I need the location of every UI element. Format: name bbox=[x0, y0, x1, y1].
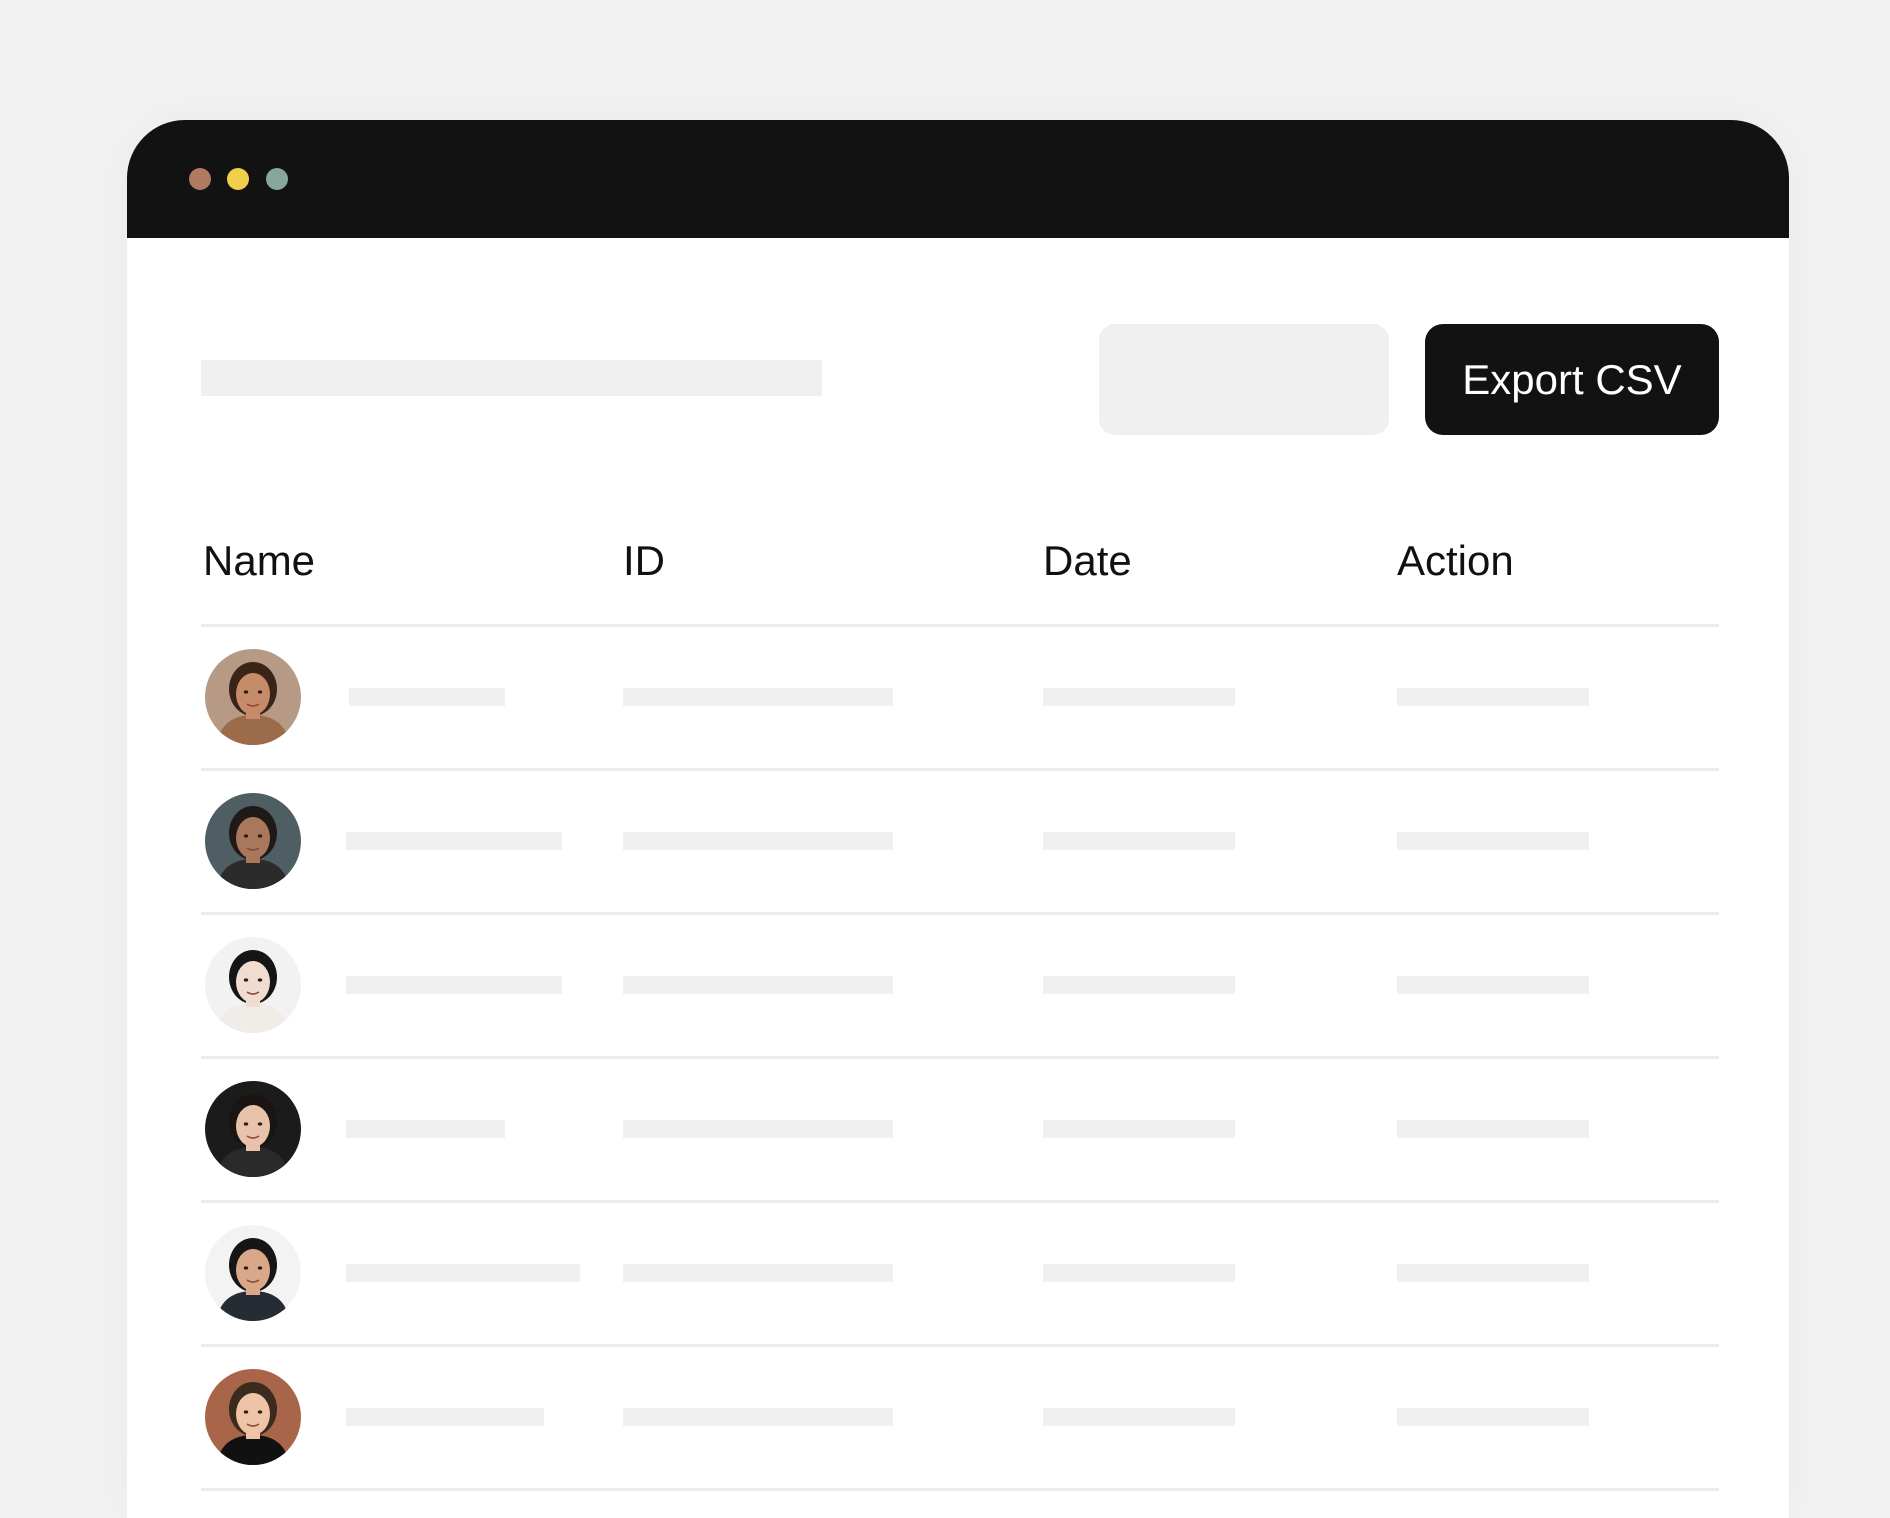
id-cell-placeholder bbox=[623, 1408, 893, 1426]
avatar bbox=[205, 793, 301, 889]
date-cell-placeholder bbox=[1043, 1120, 1235, 1138]
action-cell-placeholder bbox=[1397, 1264, 1589, 1282]
column-header-date[interactable]: Date bbox=[1043, 540, 1132, 582]
table-header: Name ID Date Action bbox=[201, 500, 1719, 627]
name-cell-placeholder bbox=[346, 1264, 580, 1282]
users-table: Name ID Date Action bbox=[201, 500, 1719, 1491]
id-cell-placeholder bbox=[623, 976, 893, 994]
id-cell-placeholder bbox=[623, 832, 893, 850]
date-cell-placeholder bbox=[1043, 832, 1235, 850]
avatar bbox=[205, 937, 301, 1033]
column-header-action[interactable]: Action bbox=[1397, 540, 1514, 582]
date-cell-placeholder bbox=[1043, 1264, 1235, 1282]
id-cell-placeholder bbox=[623, 1264, 893, 1282]
table-row[interactable] bbox=[201, 915, 1719, 1059]
action-cell-placeholder bbox=[1397, 688, 1589, 706]
column-header-name[interactable]: Name bbox=[203, 540, 315, 582]
page-title-placeholder bbox=[201, 360, 822, 396]
date-cell-placeholder bbox=[1043, 1408, 1235, 1426]
avatar bbox=[205, 1369, 301, 1465]
maximize-window-button[interactable] bbox=[266, 168, 288, 190]
close-window-button[interactable] bbox=[189, 168, 211, 190]
name-cell-placeholder bbox=[349, 688, 505, 706]
table-row[interactable] bbox=[201, 1203, 1719, 1347]
action-cell-placeholder bbox=[1397, 832, 1589, 850]
table-row[interactable] bbox=[201, 1347, 1719, 1491]
date-cell-placeholder bbox=[1043, 976, 1235, 994]
window-titlebar bbox=[127, 120, 1789, 238]
name-cell-placeholder bbox=[346, 832, 562, 850]
page-background: Export CSV Name ID Date Action bbox=[0, 0, 1890, 1518]
action-cell-placeholder bbox=[1397, 1408, 1589, 1426]
name-cell-placeholder bbox=[346, 1408, 544, 1426]
name-cell-placeholder bbox=[346, 976, 562, 994]
avatar bbox=[205, 1225, 301, 1321]
action-cell-placeholder bbox=[1397, 1120, 1589, 1138]
table-row[interactable] bbox=[201, 627, 1719, 771]
filter-input-placeholder[interactable] bbox=[1099, 324, 1389, 435]
avatar bbox=[205, 649, 301, 745]
column-header-id[interactable]: ID bbox=[623, 540, 665, 582]
date-cell-placeholder bbox=[1043, 688, 1235, 706]
table-row[interactable] bbox=[201, 1059, 1719, 1203]
avatar bbox=[205, 1081, 301, 1177]
export-csv-button[interactable]: Export CSV bbox=[1425, 324, 1719, 435]
action-cell-placeholder bbox=[1397, 976, 1589, 994]
minimize-window-button[interactable] bbox=[227, 168, 249, 190]
table-row[interactable] bbox=[201, 771, 1719, 915]
browser-window: Export CSV Name ID Date Action bbox=[127, 120, 1789, 1518]
id-cell-placeholder bbox=[623, 1120, 893, 1138]
id-cell-placeholder bbox=[623, 688, 893, 706]
name-cell-placeholder bbox=[346, 1120, 505, 1138]
